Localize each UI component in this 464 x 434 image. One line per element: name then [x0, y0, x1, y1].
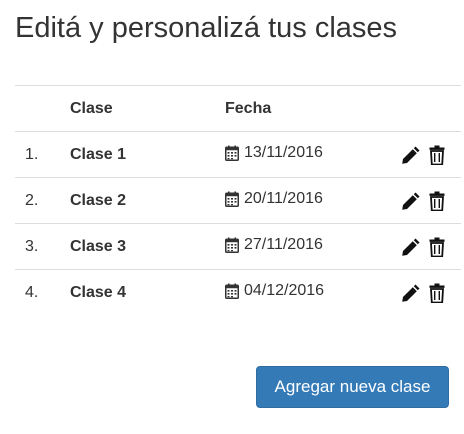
calendar-icon: [225, 237, 239, 253]
header-index: [15, 85, 70, 132]
row-date-cell: 20/11/2016: [225, 177, 395, 224]
row-actions: [395, 131, 461, 178]
table-row: 3. Clase 3 27/11/2016: [15, 223, 461, 270]
row-index: 1.: [15, 131, 70, 178]
row-index: 3.: [15, 223, 70, 270]
row-actions: [395, 223, 461, 270]
table-row: 1. Clase 1 13/11/2016: [15, 131, 461, 178]
row-class-name: Clase 2: [70, 177, 225, 224]
row-actions: [395, 177, 461, 224]
row-date: 20/11/2016: [244, 189, 323, 207]
trash-icon[interactable]: [429, 237, 445, 257]
row-date-cell: 13/11/2016: [225, 131, 395, 178]
row-index: 4.: [15, 269, 70, 315]
header-actions: [395, 85, 461, 132]
table-row: 4. Clase 4 04/12/2016: [15, 269, 461, 315]
row-index: 2.: [15, 177, 70, 224]
table-row: 2. Clase 2 20/11/2016: [15, 177, 461, 224]
add-class-button[interactable]: Agregar nueva clase: [256, 366, 449, 408]
pencil-icon[interactable]: [401, 191, 421, 211]
calendar-icon: [225, 145, 239, 161]
row-class-name: Clase 3: [70, 223, 225, 270]
row-date: 13/11/2016: [244, 143, 323, 161]
pencil-icon[interactable]: [401, 283, 421, 303]
calendar-icon: [225, 283, 239, 299]
row-date-cell: 27/11/2016: [225, 223, 395, 270]
row-date: 27/11/2016: [244, 235, 323, 253]
header-clase: Clase: [70, 85, 225, 132]
classes-table: Clase Fecha 1. Clase 1 13/11/2016 2. Cla…: [15, 85, 461, 315]
table-header-row: Clase Fecha: [15, 85, 461, 132]
page-title: Editá y personalizá tus clases: [15, 12, 398, 44]
calendar-icon: [225, 191, 239, 207]
header-fecha: Fecha: [225, 85, 395, 132]
trash-icon[interactable]: [429, 145, 445, 165]
pencil-icon[interactable]: [401, 145, 421, 165]
trash-icon[interactable]: [429, 283, 445, 303]
row-actions: [395, 269, 461, 315]
row-date: 04/12/2016: [244, 281, 325, 299]
pencil-icon[interactable]: [401, 237, 421, 257]
row-date-cell: 04/12/2016: [225, 269, 395, 315]
trash-icon[interactable]: [429, 191, 445, 211]
row-class-name: Clase 4: [70, 269, 225, 315]
row-class-name: Clase 1: [70, 131, 225, 178]
